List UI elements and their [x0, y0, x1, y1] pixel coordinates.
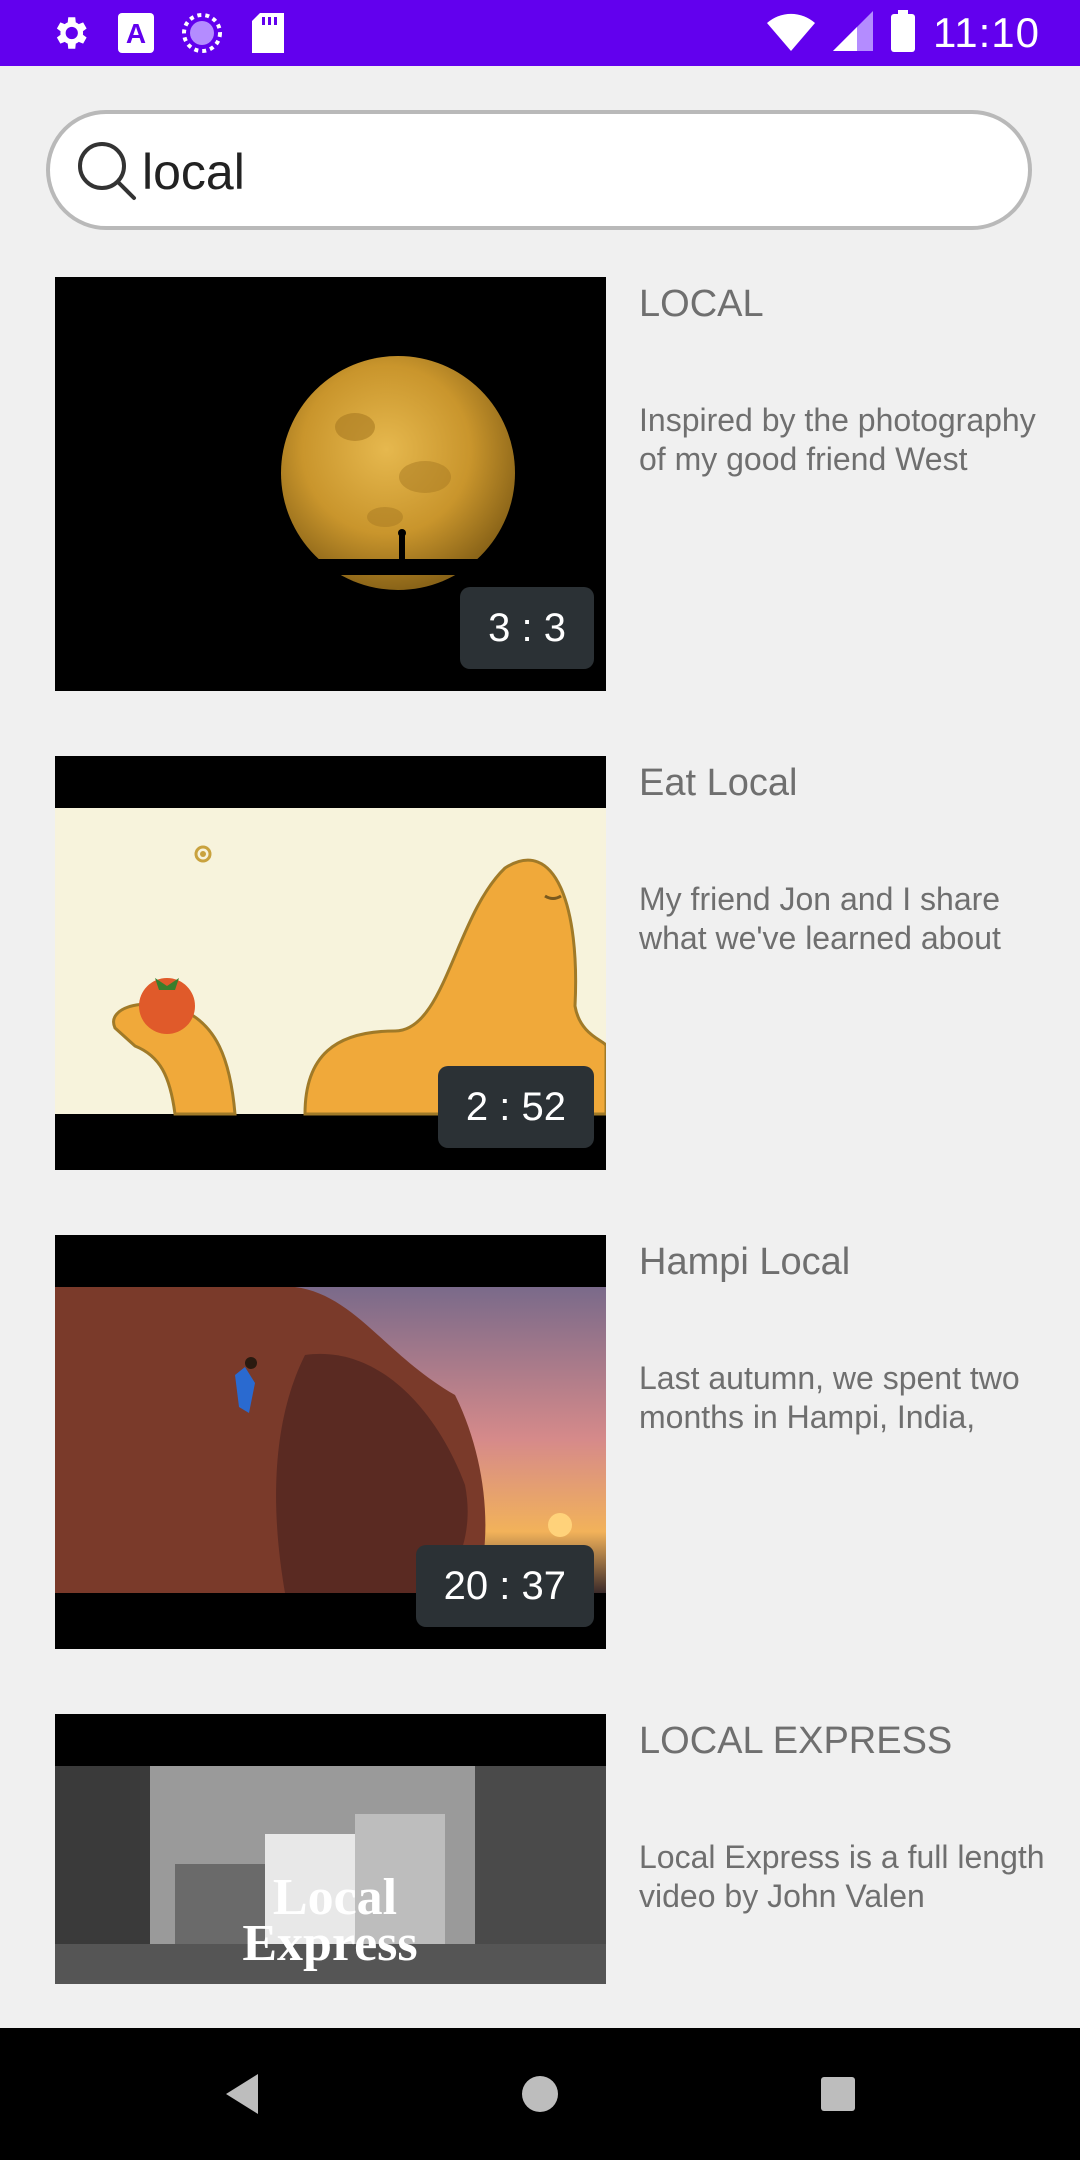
battery-icon [891, 9, 915, 57]
recents-icon[interactable] [808, 2064, 868, 2124]
status-left-icons: A [48, 10, 290, 56]
video-description: My friend Jon and I share what we've lea… [639, 881, 1001, 956]
status-right: 11:10 [767, 0, 1040, 66]
list-item[interactable]: 2 : 52 Eat Local My friend Jon and I sha… [55, 756, 1055, 1170]
clock: 11:10 [933, 9, 1040, 56]
video-description: Last autumn, we spent two months in Hamp… [639, 1360, 1020, 1435]
video-thumbnail[interactable]: 2 : 52 [55, 756, 606, 1170]
back-icon[interactable] [212, 2064, 272, 2124]
video-title: Hampi Local [639, 1241, 851, 1283]
list-item[interactable]: 20 : 37 Hampi Local Last autumn, we spen… [55, 1235, 1055, 1649]
gear-icon [48, 11, 92, 55]
duration-badge: 2 : 52 [437, 1066, 594, 1148]
list-item[interactable]: 3 : 3 LOCAL Inspired by the photography … [55, 277, 1055, 691]
wifi-icon [767, 11, 815, 56]
video-description: Local Express is a full length video by … [639, 1839, 1045, 1914]
home-icon[interactable] [510, 2064, 570, 2124]
search-input[interactable] [142, 138, 1002, 206]
search-bar[interactable] [46, 110, 1032, 230]
thumbnail-text-express: Express [242, 1915, 417, 1972]
duration-badge: 20 : 37 [415, 1545, 594, 1627]
search-icon[interactable] [76, 140, 138, 202]
city-image: Local Express [55, 1714, 606, 1984]
video-title: Eat Local [639, 762, 798, 804]
video-title: LOCAL EXPRESS [639, 1720, 953, 1762]
video-thumbnail[interactable]: 20 : 37 [55, 1235, 606, 1649]
sync-circle-icon [180, 11, 224, 55]
video-thumbnail[interactable]: Local Express [55, 1714, 606, 1984]
status-bar: A 11:10 [0, 0, 1080, 66]
sd-card-icon [246, 11, 290, 55]
duration-badge: 3 : 3 [460, 587, 594, 669]
navigation-bar [0, 2028, 1080, 2160]
video-thumbnail[interactable]: 3 : 3 [55, 277, 606, 691]
font-icon: A [114, 11, 158, 55]
video-title: LOCAL [639, 283, 764, 325]
svg-text:A: A [126, 18, 146, 49]
signal-icon [833, 10, 873, 56]
video-description: Inspired by the photography of my good f… [639, 402, 1036, 477]
list-item[interactable]: Local Express LOCAL EXPRESS Local Expres… [55, 1714, 1055, 1984]
